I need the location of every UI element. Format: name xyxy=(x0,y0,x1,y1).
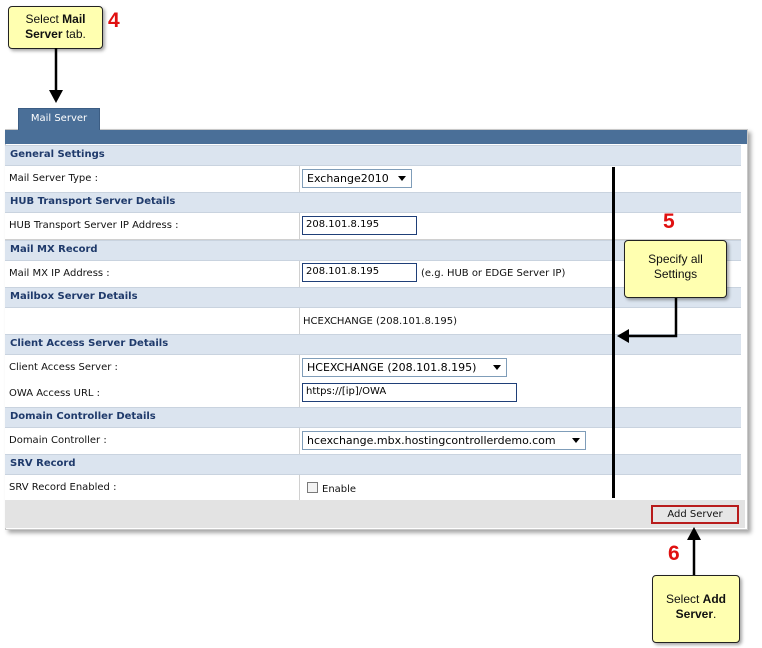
callout-step-6-pre: Select xyxy=(665,592,703,606)
domain-controller-select[interactable]: hcexchange.mbx.hostingcontrollerdemo.com xyxy=(302,431,586,450)
section-title: Mailbox Server Details xyxy=(10,291,138,302)
mx-ip-input[interactable]: 208.101.8.195 xyxy=(302,263,417,282)
column-divider xyxy=(299,428,300,454)
label-owa-url: OWA Access URL : xyxy=(9,388,101,399)
add-server-button[interactable]: Add Server xyxy=(651,505,739,524)
section-title: General Settings xyxy=(10,149,105,160)
srv-enable-label: Enable xyxy=(322,484,357,495)
label-srv-enabled: SRV Record Enabled : xyxy=(9,482,117,493)
chevron-down-icon xyxy=(572,438,580,443)
label-client-access-server: Client Access Server : xyxy=(9,362,118,373)
section-srv-record: SRV Record xyxy=(5,454,741,475)
panel-footer xyxy=(5,500,745,528)
chevron-down-icon xyxy=(493,365,501,370)
label-mx-ip: Mail MX IP Address : xyxy=(9,268,110,279)
column-divider xyxy=(299,308,300,334)
section-domain-controller: Domain Controller Details xyxy=(5,407,741,428)
mail-server-type-value: Exchange2010 xyxy=(307,172,389,185)
section-title: Mail MX Record xyxy=(10,244,98,255)
client-access-server-select[interactable]: HCEXCHANGE (208.101.8.195) xyxy=(302,358,507,377)
column-divider xyxy=(299,166,300,192)
label-domain-controller: Domain Controller : xyxy=(9,435,107,446)
callout-step-4-post: tab. xyxy=(62,27,86,41)
column-divider xyxy=(299,355,300,381)
domain-controller-value: hcexchange.mbx.hostingcontrollerdemo.com xyxy=(307,434,556,447)
step-number-6: 6 xyxy=(668,542,680,565)
callout-step-4: Select Mail Server tab. xyxy=(8,6,103,49)
arrow-up-to-button xyxy=(687,527,701,576)
label-hub-ip: HUB Transport Server IP Address : xyxy=(9,220,179,231)
client-access-server-value: HCEXCHANGE (208.101.8.195) xyxy=(307,361,477,374)
mx-ip-hint: (e.g. HUB or EDGE Server IP) xyxy=(421,268,566,279)
callout-step-5-text: Specify all Settings xyxy=(648,252,703,281)
section-title: Client Access Server Details xyxy=(10,338,169,349)
panel-header-bar xyxy=(5,130,747,144)
section-title: SRV Record xyxy=(10,458,76,469)
section-hub-transport: HUB Transport Server Details xyxy=(5,192,741,213)
step-number-4: 4 xyxy=(108,9,120,32)
mailbox-server-value: HCEXCHANGE (208.101.8.195) xyxy=(303,316,457,327)
column-divider xyxy=(299,213,300,239)
label-mail-server-type: Mail Server Type : xyxy=(9,173,98,184)
arrow-down-to-tab xyxy=(49,48,63,103)
callout-step-6: Select Add Server. xyxy=(652,575,740,643)
hub-ip-input[interactable]: 208.101.8.195 xyxy=(302,216,417,235)
section-title: HUB Transport Server Details xyxy=(10,196,176,207)
tab-mail-server[interactable]: Mail Server xyxy=(18,108,100,130)
column-divider xyxy=(299,381,300,407)
callout-step-6-post: . xyxy=(713,607,717,621)
owa-url-input[interactable]: https://[ip]/OWA xyxy=(302,383,517,402)
callout-step-5: Specify all Settings xyxy=(624,240,727,298)
column-divider xyxy=(299,261,300,287)
srv-enable-checkbox[interactable] xyxy=(307,482,318,493)
callout-step-4-pre: Select xyxy=(25,12,63,26)
column-divider xyxy=(299,475,300,500)
section-general-settings: General Settings xyxy=(5,145,741,166)
step-number-5: 5 xyxy=(663,210,675,233)
mail-server-type-select[interactable]: Exchange2010 xyxy=(302,169,412,188)
section-title: Domain Controller Details xyxy=(10,411,156,422)
arrow-left-to-settings xyxy=(617,296,678,343)
row-srv-enabled: SRV Record Enabled : xyxy=(5,475,741,501)
chevron-down-icon xyxy=(398,176,406,181)
